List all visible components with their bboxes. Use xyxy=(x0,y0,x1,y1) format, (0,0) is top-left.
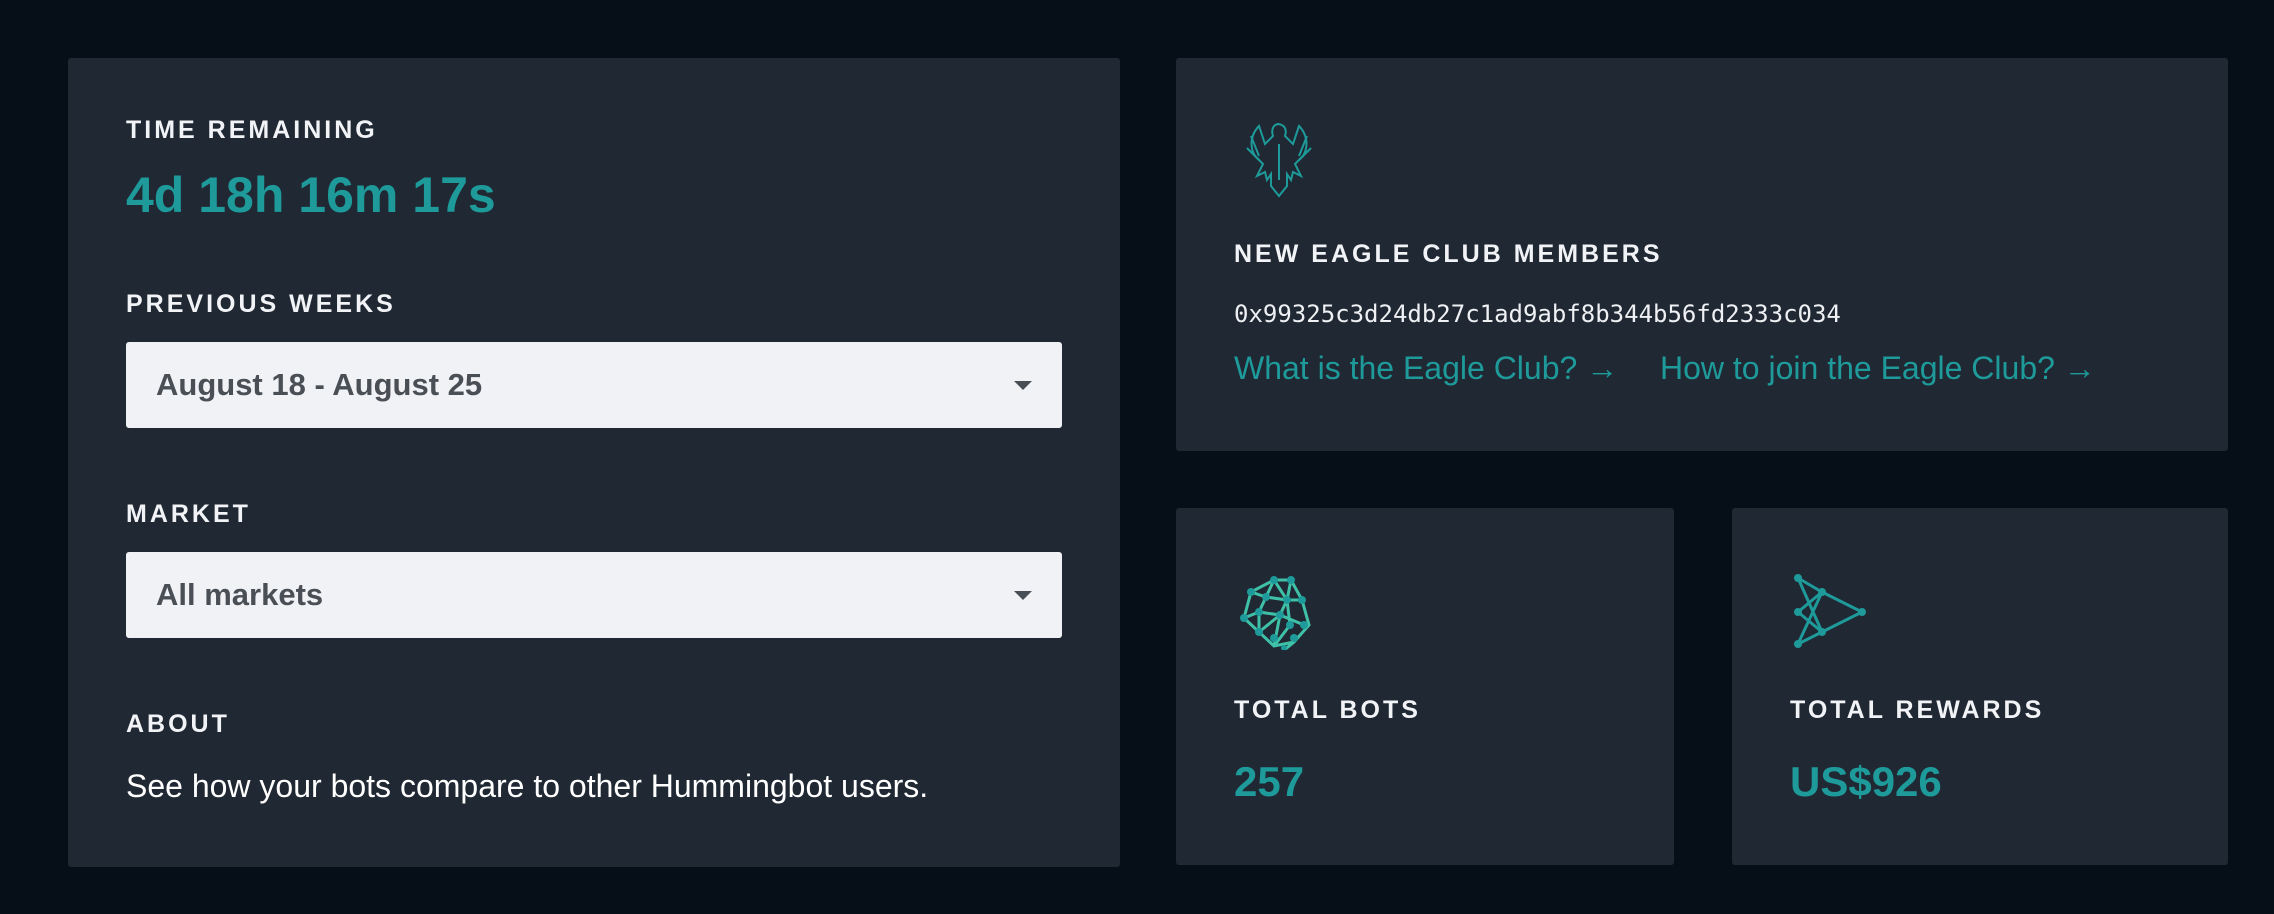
time-remaining-label: TIME REMAINING xyxy=(126,116,378,144)
eagle-club-card: NEW EAGLE CLUB MEMBERS 0x99325c3d24db27c… xyxy=(1176,58,2228,451)
competition-info-card: TIME REMAINING 4d 18h 16m 17s PREVIOUS W… xyxy=(68,58,1120,867)
total-rewards-label: TOTAL REWARDS xyxy=(1790,696,2045,724)
how-to-join-eagle-club-link[interactable]: How to join the Eagle Club? → xyxy=(1660,350,2096,387)
network-brain-icon xyxy=(1240,576,1311,650)
member-address: 0x99325c3d24db27c1ad9abf8b344b56fd2333c0… xyxy=(1234,300,1841,328)
total-bots-card: TOTAL BOTS 257 xyxy=(1176,508,1674,865)
time-remaining-value: 4d 18h 16m 17s xyxy=(126,167,496,223)
market-select[interactable]: All markets xyxy=(126,552,1062,638)
eagle-icon xyxy=(1246,123,1312,198)
market-label: MARKET xyxy=(126,500,251,528)
market-value: All markets xyxy=(156,577,324,612)
total-rewards-card: TOTAL REWARDS US$926 xyxy=(1732,508,2228,865)
chevron-down-icon xyxy=(1014,380,1032,390)
total-bots-label: TOTAL BOTS xyxy=(1234,696,1421,724)
total-bots-value: 257 xyxy=(1234,758,1305,805)
rewards-arrow-icon xyxy=(1794,574,1866,648)
eagle-club-title: NEW EAGLE CLUB MEMBERS xyxy=(1234,240,1663,268)
about-text: See how your bots compare to other Hummi… xyxy=(126,768,929,804)
previous-weeks-value: August 18 - August 25 xyxy=(156,367,483,402)
what-is-eagle-club-link[interactable]: What is the Eagle Club? → xyxy=(1234,350,1618,387)
chevron-down-icon xyxy=(1014,590,1032,600)
previous-weeks-select[interactable]: August 18 - August 25 xyxy=(126,342,1062,428)
about-label: ABOUT xyxy=(126,710,230,738)
previous-weeks-label: PREVIOUS WEEKS xyxy=(126,290,396,318)
total-rewards-value: US$926 xyxy=(1790,758,1942,805)
